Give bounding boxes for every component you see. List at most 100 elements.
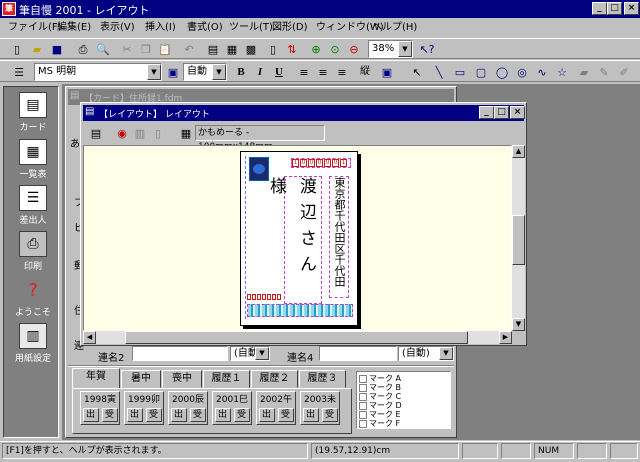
open-icon[interactable]: ▰ xyxy=(28,40,46,58)
tab-history2[interactable]: 履歴２ xyxy=(251,370,298,388)
font-name-select[interactable]: MS 明朝 ▼ xyxy=(34,63,162,81)
rounded-rect-icon[interactable]: ▢ xyxy=(472,63,490,81)
sidebar-item-list[interactable]: ▦ 一覧表 xyxy=(10,137,56,182)
mark-c-checkbox[interactable]: マーク C xyxy=(359,392,448,401)
renmei2-input[interactable] xyxy=(132,346,228,361)
recipient-address[interactable]: 東京都千代田区千代田1-1-五一 xyxy=(329,176,349,298)
scroll-thumb[interactable] xyxy=(512,215,525,265)
zoom-in-icon[interactable]: ⊕ xyxy=(307,40,325,58)
text-frame-icon[interactable]: ▣ xyxy=(164,63,182,81)
context-help-icon[interactable]: ↖? xyxy=(418,40,436,58)
sent-button[interactable]: 出 xyxy=(126,408,143,422)
print-icon[interactable]: ⎙ xyxy=(74,40,92,58)
layout-page-icon[interactable]: ▤ xyxy=(87,124,105,142)
fill-icon[interactable]: ▰ xyxy=(575,63,593,81)
select-arrow-icon[interactable]: ↖ xyxy=(408,63,426,81)
vertical-text-button[interactable]: 縦 xyxy=(356,63,374,81)
sidebar-item-print[interactable]: ⎙ 印刷 xyxy=(10,229,56,274)
zoom-fit-icon[interactable]: ⊙ xyxy=(326,40,344,58)
sidebar-item-card[interactable]: ▤ カード xyxy=(10,90,56,135)
menu-help[interactable]: ヘルプ(H) xyxy=(372,20,417,36)
sent-button[interactable]: 出 xyxy=(214,408,231,422)
align-left-icon[interactable]: ≡ xyxy=(295,63,313,81)
tab-history1[interactable]: 履歴１ xyxy=(203,370,250,388)
mark-list[interactable]: マーク A マーク B マーク C マーク D マーク E マーク F xyxy=(356,371,451,429)
menu-shape[interactable]: 図形(D) xyxy=(272,20,308,36)
minimize-button[interactable]: _ xyxy=(592,2,607,15)
card-view-icon[interactable]: ▤ xyxy=(204,40,222,58)
mark-a-checkbox[interactable]: マーク A xyxy=(359,374,448,383)
paste-icon[interactable]: 📋 xyxy=(156,40,174,58)
sent-button[interactable]: 出 xyxy=(302,408,319,422)
scroll-down-button[interactable]: ▼ xyxy=(512,318,525,331)
scroll-up-button[interactable]: ▲ xyxy=(512,145,525,158)
sidebar-item-welcome[interactable]: ? ようこそ xyxy=(10,275,56,320)
list-view-icon[interactable]: ▦ xyxy=(223,40,241,58)
page-icon[interactable]: ▯ xyxy=(264,40,282,58)
sort-icon[interactable]: ⇅ xyxy=(283,40,301,58)
mark-d-checkbox[interactable]: マーク D xyxy=(359,401,448,410)
received-button[interactable]: 受 xyxy=(277,408,294,422)
brush-icon[interactable]: ✎ xyxy=(595,63,613,81)
layout-text-icon[interactable]: ▯ xyxy=(149,124,167,142)
layout-minimize-button[interactable]: _ xyxy=(479,106,494,119)
zoom-select[interactable]: 38% ▼ xyxy=(368,40,413,58)
tab-mochu[interactable]: 喪中 xyxy=(162,370,202,388)
renmei4-select[interactable]: (自動) ▼ xyxy=(398,346,454,361)
curve-icon[interactable]: ∿ xyxy=(533,63,551,81)
layout-paper-icon[interactable]: ▦ xyxy=(177,124,195,142)
postcard[interactable]: 1 0 0 0 0 0 1 東京都千代田区千代田1-1-五一 渡辺さん様 xyxy=(240,151,358,326)
style-icon[interactable]: ☰ xyxy=(10,63,28,81)
layout-stamp-icon[interactable]: ◉ xyxy=(113,124,131,142)
preview-icon[interactable]: 🔍 xyxy=(94,40,112,58)
sent-button[interactable]: 出 xyxy=(82,408,99,422)
mark-f-checkbox[interactable]: マーク F xyxy=(359,419,448,428)
layout-vscroll[interactable]: ▲ ▼ xyxy=(512,145,525,331)
layout-hscroll[interactable]: ◀ ▶ xyxy=(83,331,512,344)
close-button[interactable]: × xyxy=(624,2,639,15)
renmei2-select[interactable]: (自動) ▼ xyxy=(230,346,270,361)
menu-edit[interactable]: 編集(E) xyxy=(57,20,91,36)
sidebar-item-sender[interactable]: ☰ 差出人 xyxy=(10,183,56,228)
zoom-out-icon[interactable]: ⊖ xyxy=(345,40,363,58)
layout-close-button[interactable]: × xyxy=(510,106,525,119)
grid-view-icon[interactable]: ▩ xyxy=(242,40,260,58)
menu-insert[interactable]: 挿入(I) xyxy=(145,20,176,36)
received-button[interactable]: 受 xyxy=(189,408,206,422)
italic-button[interactable]: I xyxy=(251,63,269,81)
decoration-strip[interactable] xyxy=(247,304,353,317)
frame-icon[interactable]: ▣ xyxy=(378,63,396,81)
pen-icon[interactable]: ✐ xyxy=(615,63,633,81)
recipient-name[interactable]: 渡辺さん様 xyxy=(266,176,322,304)
font-size-select[interactable]: 自動 ▼ xyxy=(183,63,227,81)
maximize-button[interactable]: □ xyxy=(607,2,622,15)
menu-format[interactable]: 書式(O) xyxy=(187,20,223,36)
bold-button[interactable]: B xyxy=(232,63,250,81)
copy-icon[interactable]: ❐ xyxy=(137,40,155,58)
new-icon[interactable]: ▯ xyxy=(8,40,26,58)
ellipse-icon[interactable]: ◯ xyxy=(493,63,511,81)
sent-button[interactable]: 出 xyxy=(258,408,275,422)
tab-shochu[interactable]: 暑中 xyxy=(121,370,161,388)
underline-button[interactable]: U xyxy=(270,63,288,81)
sent-button[interactable]: 出 xyxy=(170,408,187,422)
scroll-thumb[interactable] xyxy=(125,331,468,344)
received-button[interactable]: 受 xyxy=(321,408,338,422)
layout-window[interactable]: ▤ 【レイアウト】 レイアウト _ □ × ▤ ◉ ▥ ▯ ▦ かもめーる - … xyxy=(80,102,527,346)
line-icon[interactable]: ╲ xyxy=(430,63,448,81)
sender-postal-code[interactable] xyxy=(247,294,281,301)
menu-file[interactable]: ファイル(F) xyxy=(8,20,62,36)
menu-tools[interactable]: ツール(T) xyxy=(229,20,273,36)
mark-b-checkbox[interactable]: マーク B xyxy=(359,383,448,392)
mark-e-checkbox[interactable]: マーク E xyxy=(359,410,448,419)
renmei4-input[interactable] xyxy=(319,346,397,361)
cut-icon[interactable]: ✂ xyxy=(118,40,136,58)
scroll-left-button[interactable]: ◀ xyxy=(83,331,96,344)
sidebar-item-paper-setup[interactable]: ▥ 用紙設定 xyxy=(10,321,56,366)
received-button[interactable]: 受 xyxy=(101,408,118,422)
circle-icon[interactable]: ◎ xyxy=(513,63,531,81)
layout-maximize-button[interactable]: □ xyxy=(494,106,509,119)
align-right-icon[interactable]: ≡ xyxy=(333,63,351,81)
layout-sender-icon[interactable]: ▥ xyxy=(131,124,149,142)
postal-code[interactable]: 1 0 0 0 0 0 1 xyxy=(291,158,351,168)
